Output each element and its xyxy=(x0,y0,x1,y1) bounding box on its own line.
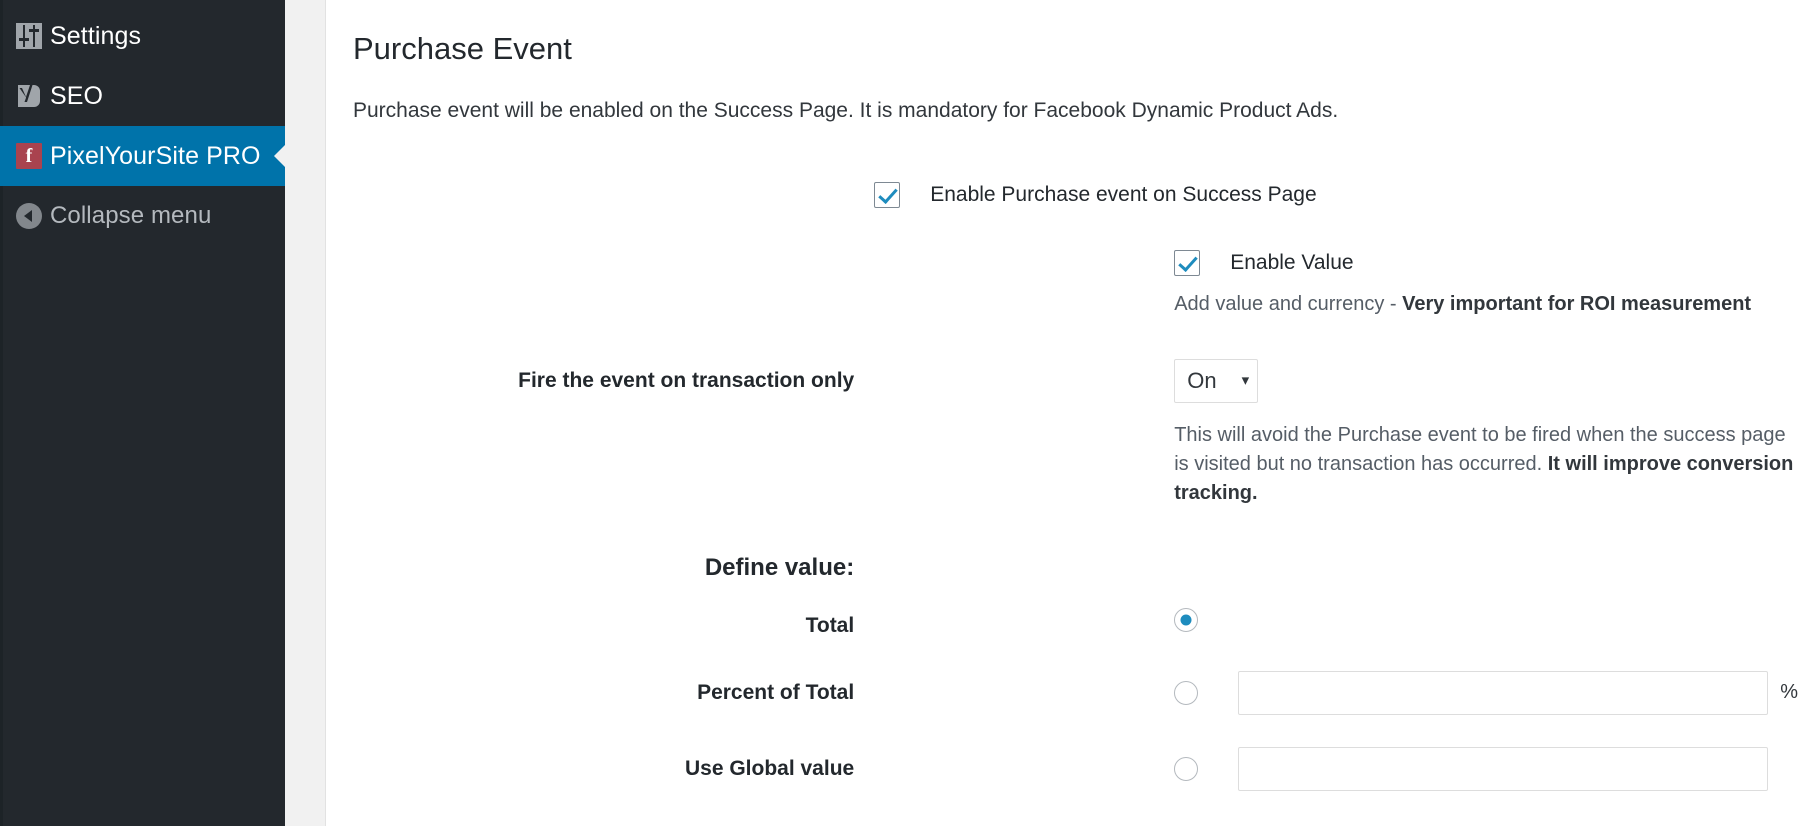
define-value-row-label-2: Use Global value xyxy=(684,756,855,780)
sidebar-item-seo[interactable]: SEO xyxy=(0,66,285,126)
fire-event-select[interactable]: On ▾ xyxy=(1174,358,1259,403)
define-value-row-label-cell-1: Percent of Total xyxy=(326,639,874,715)
table-row: Total xyxy=(326,582,1798,639)
fire-event-select-value: On xyxy=(1187,367,1217,393)
define-value-heading-spacer xyxy=(874,508,1798,582)
content-wrapper: Purchase Event Purchase event will be en… xyxy=(285,0,1798,826)
admin-page: Settings SEO f PixelYourSite PRO Collaps… xyxy=(0,0,1798,826)
define-value-heading-cell: Define value: xyxy=(326,508,874,582)
fire-event-help: This will avoid the Purchase event to be… xyxy=(1174,421,1798,508)
admin-sidebar: Settings SEO f PixelYourSite PRO Collaps… xyxy=(0,0,285,826)
row-define-value-heading: Define value: xyxy=(326,508,1798,582)
sidebar-item-pixelyoursite-pro-label: PixelYourSite PRO xyxy=(50,141,261,170)
enable-purchase-event-label: Enable Purchase event on Success Page xyxy=(930,182,1317,206)
sliders-icon xyxy=(8,23,50,49)
collapse-arrow-icon xyxy=(8,203,50,229)
page-title: Purchase Event xyxy=(353,31,572,66)
sidebar-collapse-menu-label: Collapse menu xyxy=(50,202,212,229)
define-value-radio-percent-of-total[interactable] xyxy=(1174,680,1199,705)
row-fire-event-fieldcell: On ▾ This will avoid the Purchase event … xyxy=(874,319,1798,508)
define-value-row-field-cell-2 xyxy=(874,715,1798,791)
row-fire-event: Fire the event on transaction only On ▾ … xyxy=(326,319,1798,508)
row-enable-purchase-event: Enable Purchase event on Success Page xyxy=(326,150,1798,208)
purchase-event-form: Enable Purchase event on Success Page En… xyxy=(326,150,1798,791)
enable-value-help-normal: Add value and currency - xyxy=(1174,292,1403,315)
table-row: Percent of Total % xyxy=(326,639,1798,715)
define-value-row-label-1: Percent of Total xyxy=(697,680,855,704)
use-global-value-input[interactable] xyxy=(1238,746,1769,791)
enable-value-help-bold: Very important for ROI measurement xyxy=(1402,292,1752,315)
define-value-row-field-cell-0 xyxy=(874,582,1798,639)
row-enable-value-fieldcell: Enable Value Add value and currency - Ve… xyxy=(874,208,1798,319)
enable-value-label: Enable Value xyxy=(1230,250,1354,274)
sidebar-collapse-menu[interactable]: Collapse menu xyxy=(0,186,285,246)
table-row: Use Global value xyxy=(326,715,1798,791)
define-value-row-label-0: Total xyxy=(805,613,855,637)
row-enable-purchase-event-fieldcell: Enable Purchase event on Success Page xyxy=(874,150,1798,208)
define-value-radio-total[interactable] xyxy=(1174,607,1199,632)
chevron-down-icon: ▾ xyxy=(1241,372,1250,390)
page-description: Purchase event will be enabled on the Su… xyxy=(353,99,1339,123)
sidebar-item-settings-label: Settings xyxy=(50,21,142,50)
row-enable-purchase-event-labelcell xyxy=(326,150,874,208)
settings-panel: Purchase Event Purchase event will be en… xyxy=(326,0,1798,826)
define-value-row-field-cell-1: % xyxy=(874,639,1798,715)
sidebar-item-pixelyoursite-pro[interactable]: f PixelYourSite PRO xyxy=(0,126,285,186)
define-value-row-label-cell-2: Use Global value xyxy=(326,715,874,791)
facebook-icon: f xyxy=(8,143,50,169)
define-value-row-label-cell-0: Total xyxy=(326,582,874,639)
sidebar-item-settings[interactable]: Settings xyxy=(0,6,285,66)
define-value-radio-use-global-value[interactable] xyxy=(1174,756,1199,781)
yoast-icon xyxy=(8,82,50,110)
facebook-glyph: f xyxy=(16,143,42,169)
define-value-heading: Define value: xyxy=(704,553,855,581)
sidebar-item-seo-label: SEO xyxy=(50,81,104,110)
enable-purchase-event-checkbox[interactable] xyxy=(874,181,901,208)
fire-event-label: Fire the event on transaction only xyxy=(518,368,855,392)
row-enable-value-labelcell xyxy=(326,208,874,319)
row-fire-event-labelcell: Fire the event on transaction only xyxy=(326,319,874,508)
percent-sign: % xyxy=(1780,681,1798,704)
enable-value-checkbox[interactable] xyxy=(1174,249,1201,276)
enable-value-help: Add value and currency - Very important … xyxy=(1174,290,1798,319)
row-enable-value: Enable Value Add value and currency - Ve… xyxy=(326,208,1798,319)
content-gutter xyxy=(285,0,326,826)
percent-of-total-input[interactable] xyxy=(1238,670,1769,715)
